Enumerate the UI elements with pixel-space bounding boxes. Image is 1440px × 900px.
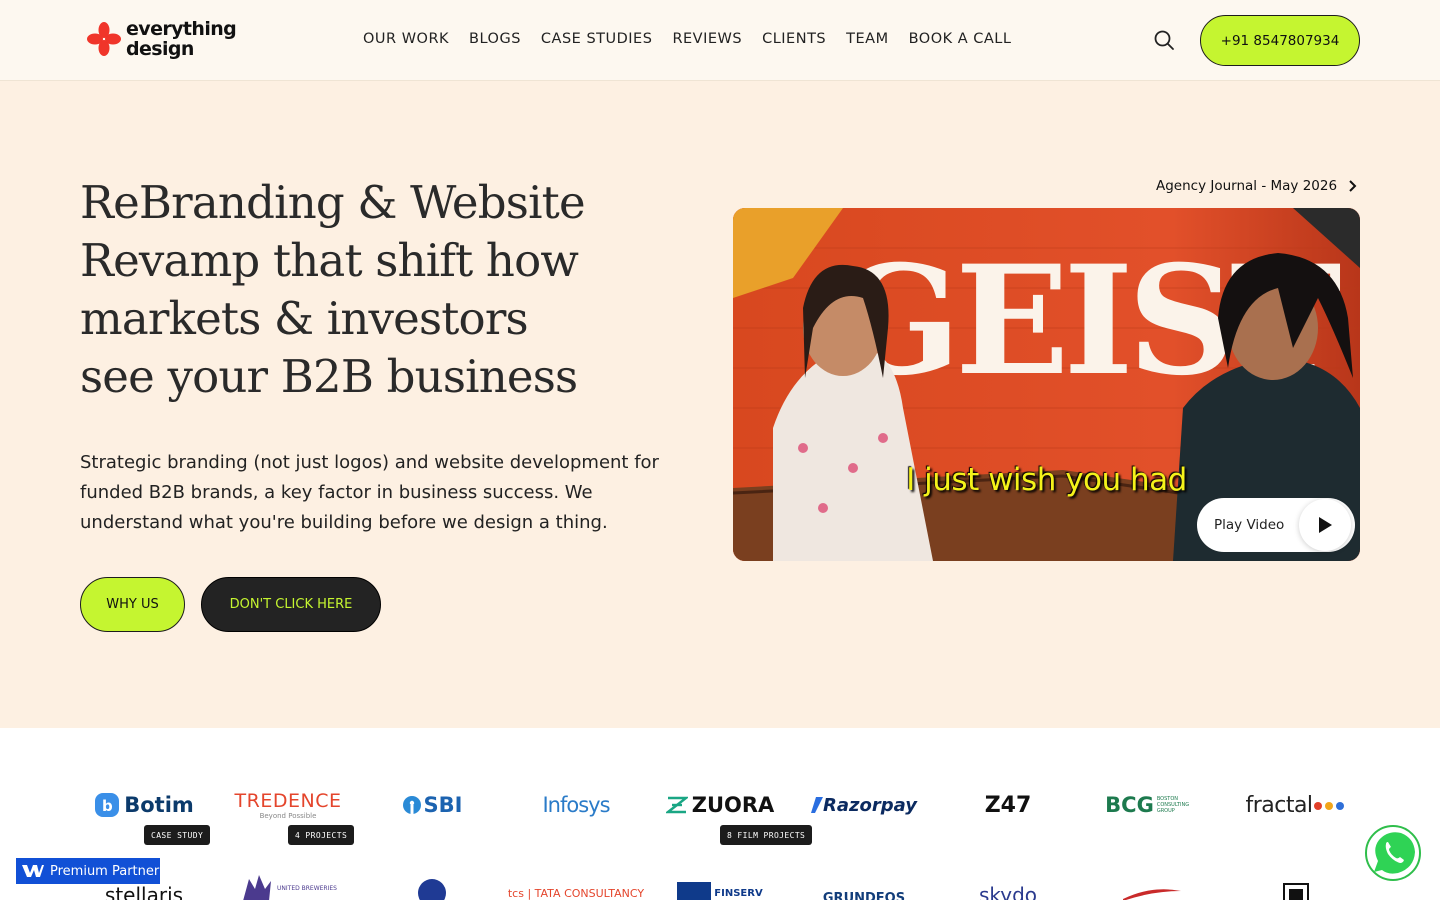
chevron-right-icon: [1349, 180, 1357, 192]
nav-clients[interactable]: CLIENTS: [762, 31, 826, 47]
client-logo-red-swoosh[interactable]: [1082, 873, 1222, 900]
client-logo-botim[interactable]: b Botim: [74, 785, 214, 825]
swoosh-logo-icon: [1123, 889, 1181, 900]
client-name: tcs | TATA CONSULTANCY: [507, 886, 645, 900]
client-name: skydo: [978, 883, 1038, 900]
svg-text:b: b: [102, 797, 113, 815]
client-subname: BOSTON CONSULTING GROUP: [1156, 796, 1190, 814]
client-name: Z47: [984, 792, 1032, 818]
client-logo-z47[interactable]: Z47: [938, 785, 1078, 825]
nav-reviews[interactable]: REVIEWS: [672, 31, 742, 47]
client-logo-bcg[interactable]: BCG BOSTON CONSULTING GROUP: [1082, 785, 1222, 825]
hero-subtitle: Strategic branding (not just logos) and …: [80, 452, 659, 533]
agency-journal-link[interactable]: Agency Journal - May 2026: [1156, 178, 1357, 194]
nav-blogs[interactable]: BLOGS: [469, 31, 521, 47]
webflow-premium-partner-badge[interactable]: Premium Partner: [16, 858, 160, 884]
client-logo-tcs[interactable]: tcs | TATA CONSULTANCY: [506, 873, 646, 900]
client-logo-zuora[interactable]: ZUORA: [650, 785, 790, 825]
why-us-button[interactable]: WHY US: [80, 577, 185, 632]
nav-team[interactable]: TEAM: [846, 31, 888, 47]
video-caption: I just wish you had: [906, 462, 1187, 498]
client-logo-tredence[interactable]: TREDENCE Beyond Possible: [218, 785, 358, 825]
client-name: FINSERV: [714, 887, 763, 899]
hero-title-line: see your B2B business: [80, 350, 578, 403]
logo-line-1: everything: [126, 18, 237, 40]
hero-video[interactable]: GEIST I just wish you had Play Video: [733, 208, 1360, 561]
webflow-icon: [22, 865, 44, 877]
site-header: everything design OUR WORK BLOGS CASE ST…: [0, 0, 1440, 81]
whatsapp-icon[interactable]: [1364, 824, 1422, 882]
zuora-icon: [665, 796, 688, 814]
united-breweries-icon: [243, 875, 271, 900]
film-projects-tag: 8 FILM PROJECTS: [720, 825, 813, 845]
partner-label: Premium Partner: [50, 863, 160, 879]
botim-icon: b: [95, 793, 120, 817]
client-name: GRUNDFOS: [822, 890, 906, 900]
jio-icon: [418, 879, 446, 900]
client-logo-sbi[interactable]: SBI: [362, 785, 502, 825]
client-logo-finserv[interactable]: FINSERV: [650, 873, 790, 900]
client-name: SBI: [423, 793, 463, 817]
nav-case-studies[interactable]: CASE STUDIES: [541, 31, 653, 47]
hero-title: ReBranding & Website Revamp that shift h…: [80, 174, 640, 406]
client-logo-infosys[interactable]: Infosys: [506, 785, 646, 825]
client-name: stellaris: [104, 883, 184, 900]
sbi-icon: [402, 796, 421, 814]
client-name: Infosys: [542, 793, 610, 817]
client-name: fractal: [1245, 792, 1313, 818]
play-icon: [1299, 499, 1351, 551]
brand-mark-icon: [87, 22, 121, 56]
logo-line-2: design: [126, 38, 194, 60]
client-logo-grundfos[interactable]: GRUNDFOS: [794, 878, 934, 900]
client-logo-united-breweries[interactable]: UNITED BREWERIES: [218, 868, 358, 900]
nav-our-work[interactable]: OUR WORK: [363, 31, 449, 47]
client-logo-razorpay[interactable]: Razorpay: [794, 785, 934, 825]
phone-call-button[interactable]: +91 8547807934: [1200, 15, 1360, 66]
client-name: Botim: [124, 793, 194, 817]
client-logo-monogram[interactable]: [1226, 873, 1366, 900]
search-icon[interactable]: [1153, 29, 1175, 51]
client-subname: Beyond Possible: [259, 812, 317, 820]
fractal-dots-icon: [1313, 802, 1344, 810]
clients-section: b Botim CASE STUDY TREDENCE Beyond Possi…: [0, 728, 1440, 900]
razorpay-icon: [811, 797, 824, 813]
hero-title-line: markets & investors: [80, 292, 529, 345]
play-video-button[interactable]: Play Video: [1197, 498, 1355, 552]
client-name: BCG: [1105, 793, 1154, 817]
hero-title-line: ReBranding & Website: [80, 176, 586, 229]
agency-journal-label: Agency Journal - May 2026: [1156, 178, 1338, 194]
nav-book-a-call[interactable]: BOOK A CALL: [909, 31, 1012, 47]
monogram-logo-icon: [1283, 883, 1309, 900]
case-study-tag: CASE STUDY: [144, 825, 211, 845]
client-logo-skydo[interactable]: skydo: [938, 875, 1078, 900]
client-logo-jio[interactable]: [362, 873, 502, 900]
play-video-label: Play Video: [1214, 517, 1285, 533]
hero-title-line: Revamp that shift how: [80, 234, 579, 287]
brand-logo[interactable]: everything design: [86, 18, 237, 60]
client-name: UNITED BREWERIES: [277, 884, 337, 892]
client-logo-fractal[interactable]: fractal: [1226, 785, 1366, 825]
dont-click-here-button[interactable]: DON'T CLICK HERE: [201, 577, 381, 632]
main-nav: OUR WORK BLOGS CASE STUDIES REVIEWS CLIE…: [363, 31, 1011, 47]
projects-tag: 4 PROJECTS: [288, 825, 355, 845]
client-name: Razorpay: [823, 794, 917, 816]
finserv-icon: [677, 882, 712, 900]
client-name: TREDENCE: [234, 790, 342, 812]
client-name: ZUORA: [691, 793, 775, 817]
